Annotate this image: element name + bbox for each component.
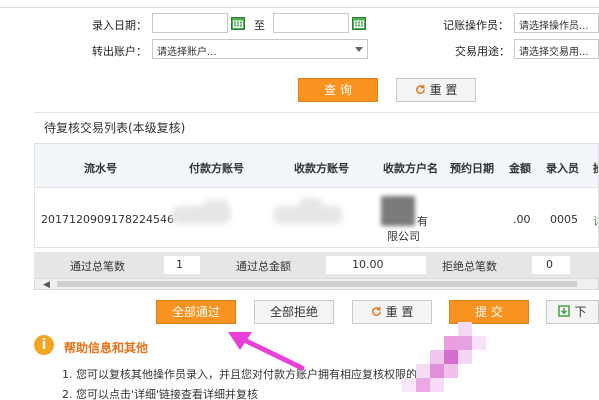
detail-link[interactable]: 详: [593, 213, 598, 229]
from-account-select[interactable]: 请选择账户...: [152, 39, 368, 59]
payee-name-redacted: [381, 196, 415, 226]
reject-all-button[interactable]: 全部拒绝: [254, 300, 334, 324]
chevron-down-icon: [355, 47, 363, 52]
scroll-left-arrow-icon[interactable]: ◀: [43, 280, 50, 290]
column-header: 预约日期: [450, 162, 494, 175]
download-label: 下: [574, 305, 587, 319]
usage-select[interactable]: 请选择交易用...: [514, 39, 599, 59]
column-header: 付款方账号: [189, 162, 244, 175]
payee-name-cell-line2: 限公司: [387, 230, 420, 243]
refresh-icon: [415, 80, 426, 102]
mosaic-overlay: [402, 322, 486, 392]
annotation-arrow-icon: [228, 332, 305, 371]
pending-review-table: 流水号 付款方账号 收款方账号 收款方户名 预约日期 金额 录入员 操 2017…: [34, 143, 599, 248]
table-header: 流水号 付款方账号 收款方账号 收款方户名 预约日期 金额 录入员 操: [35, 144, 598, 188]
download-button[interactable]: 下: [546, 300, 599, 324]
column-header: 录入员: [546, 162, 579, 175]
column-header: 收款方户名: [383, 162, 438, 175]
entry-date-label: 录入日期：: [92, 19, 147, 32]
passed-count-label: 通过总笔数: [70, 260, 125, 273]
passed-amount-box: 10.00: [326, 256, 426, 274]
column-header: 金额: [509, 162, 531, 175]
passed-count-value: 1: [176, 258, 183, 271]
search-reset-label: 重 置: [429, 83, 458, 97]
rejected-count-label: 拒绝总笔数: [442, 260, 497, 273]
list-title: 待复核交易列表(本级复核): [44, 121, 186, 135]
search-reset-button[interactable]: 重 置: [396, 78, 476, 102]
horizontal-scrollbar[interactable]: ◀: [34, 278, 599, 290]
help-title: 帮助信息和其他: [64, 341, 149, 355]
scrollbar-thumb[interactable]: [57, 281, 577, 287]
operator-select[interactable]: 请选择操作员...: [514, 13, 599, 33]
operator-select-value: 请选择操作员...: [519, 21, 589, 32]
info-icon: i: [34, 335, 54, 355]
amount-cell: .00: [513, 213, 531, 226]
reset-label: 重 置: [385, 305, 414, 319]
entry-date-start-input[interactable]: [152, 13, 228, 33]
list-section-header: 待复核交易列表(本级复核): [34, 112, 599, 138]
from-account-select-value: 请选择账户...: [157, 47, 217, 58]
entry-date-end-input[interactable]: [273, 13, 349, 33]
column-header: 操: [593, 160, 598, 176]
usage-select-value: 请选择交易用...: [519, 47, 589, 58]
rejected-count-box: 0: [532, 256, 570, 274]
query-button[interactable]: 查 询: [298, 78, 378, 102]
calendar-icon[interactable]: [231, 16, 245, 30]
passed-amount-label: 通过总金额: [236, 260, 291, 273]
summary-bar: 通过总笔数 1 通过总金额 10.00 拒绝总笔数 0: [34, 252, 599, 278]
payee-account-redacted: [299, 198, 323, 212]
column-header: 流水号: [84, 162, 117, 175]
date-range-to-label: 至: [254, 19, 265, 32]
help-line: 2. 您可以点击'详细'链接查看详细并复核: [62, 388, 259, 400]
refresh-icon: [371, 302, 382, 324]
rejected-count-value: 0: [546, 258, 553, 271]
serial-number-cell: 2017120909178224546: [41, 213, 174, 226]
top-panel-edge: [0, 0, 599, 8]
download-icon: [558, 302, 571, 324]
approve-all-button[interactable]: 全部通过: [156, 300, 236, 324]
payer-account-redacted: [203, 200, 229, 214]
usage-label: 交易用途：: [455, 45, 510, 58]
column-header: 收款方账号: [294, 162, 349, 175]
passed-amount-value: 10.00: [352, 258, 384, 271]
from-account-label: 转出账户：: [92, 45, 147, 58]
calendar-icon[interactable]: [352, 16, 366, 30]
payee-name-cell: 有: [417, 215, 428, 228]
passed-count-box: 1: [164, 256, 200, 274]
operator-label: 记账操作员：: [443, 19, 509, 32]
operator-cell: 0005: [550, 213, 578, 226]
